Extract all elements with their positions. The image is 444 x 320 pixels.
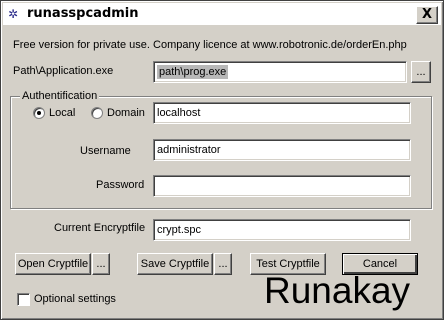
save-cryptfile-button[interactable]: Save Cryptfile xyxy=(137,253,213,275)
browse-path-button[interactable]: ... xyxy=(411,61,431,83)
optional-settings-label[interactable]: Optional settings xyxy=(34,293,116,305)
open-cryptfile-button[interactable]: Open Cryptfile xyxy=(15,253,91,275)
path-label: Path\Application.exe xyxy=(13,65,114,77)
username-label: Username xyxy=(80,145,131,157)
username-input[interactable]: administrator xyxy=(153,139,411,161)
radio-local[interactable] xyxy=(33,107,45,119)
save-cryptfile-more-button[interactable]: ... xyxy=(214,253,232,275)
password-input[interactable] xyxy=(153,175,411,197)
radio-domain-label[interactable]: Domain xyxy=(107,107,145,119)
path-value: path\prog.exe xyxy=(157,65,229,79)
window-title: runasspcadmin xyxy=(27,6,139,21)
path-input[interactable]: path\prog.exe xyxy=(153,61,407,83)
authentification-group-label: Authentification xyxy=(20,90,100,102)
close-button[interactable]: X xyxy=(416,6,438,24)
encryptfile-label: Current Encryptfile xyxy=(54,222,146,234)
optional-settings-checkbox[interactable] xyxy=(17,293,30,306)
radio-domain[interactable] xyxy=(91,107,103,119)
dialog-window: ✲ runasspcadmin X Free version for priva… xyxy=(0,0,444,320)
licence-notice: Free version for private use. Company li… xyxy=(13,39,407,51)
domain-input[interactable]: localhost xyxy=(153,102,411,124)
password-label: Password xyxy=(96,179,145,191)
radio-local-label[interactable]: Local xyxy=(49,107,75,119)
encryptfile-input[interactable]: crypt.spc xyxy=(153,219,411,241)
brand-wordmark: Runakay xyxy=(264,270,411,311)
title-bar: ✲ runasspcadmin X xyxy=(3,3,441,25)
app-icon: ✲ xyxy=(8,7,19,21)
open-cryptfile-more-button[interactable]: ... xyxy=(92,253,110,275)
